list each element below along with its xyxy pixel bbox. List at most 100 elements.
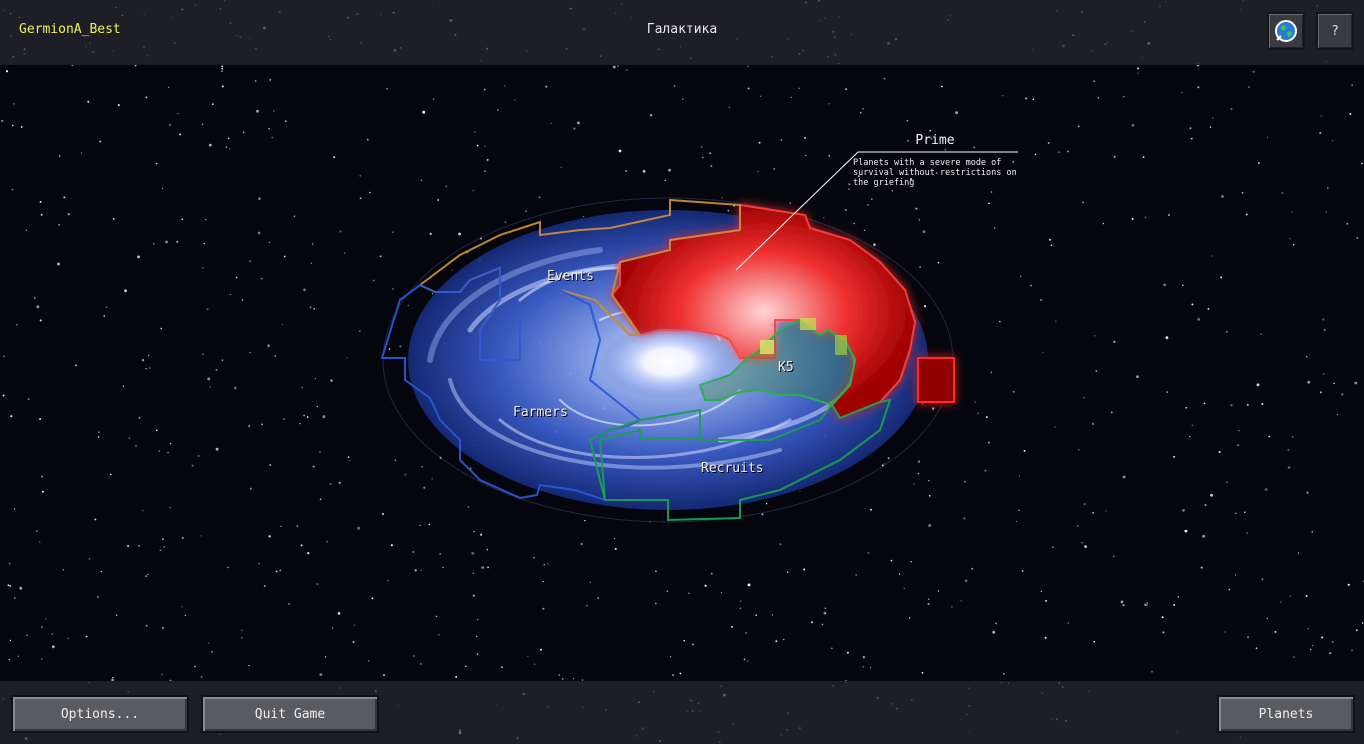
star — [921, 403, 924, 405]
star — [1346, 222, 1349, 225]
star — [241, 299, 244, 301]
star — [419, 524, 421, 527]
star — [1356, 236, 1359, 240]
star — [1268, 435, 1271, 438]
star — [1266, 136, 1269, 138]
star — [207, 377, 211, 381]
star — [1137, 67, 1140, 70]
star — [229, 293, 231, 296]
help-button[interactable]: ? — [1316, 12, 1354, 50]
star — [846, 651, 850, 654]
star — [747, 87, 750, 90]
star — [145, 96, 148, 99]
star — [429, 232, 432, 235]
options-button[interactable]: Options... — [11, 695, 189, 733]
star — [1247, 636, 1250, 639]
star — [202, 353, 204, 356]
star — [307, 552, 310, 555]
star — [1012, 390, 1015, 393]
star — [1023, 449, 1026, 452]
star — [863, 229, 866, 232]
star — [202, 266, 204, 269]
star — [268, 128, 270, 130]
star — [177, 112, 179, 115]
star — [963, 517, 966, 520]
star — [844, 209, 847, 211]
star — [181, 536, 184, 539]
star — [1184, 529, 1188, 533]
star — [256, 109, 259, 113]
star — [903, 587, 905, 590]
star — [1137, 72, 1139, 74]
star — [1136, 375, 1139, 378]
star — [127, 545, 130, 548]
globe-button[interactable] — [1267, 12, 1305, 50]
star — [167, 86, 170, 89]
star — [700, 146, 703, 148]
star — [1040, 299, 1042, 301]
star — [201, 123, 204, 126]
star — [1210, 255, 1213, 257]
star — [147, 573, 149, 576]
star — [823, 216, 825, 219]
star — [1291, 211, 1293, 213]
star — [673, 85, 676, 87]
star — [296, 525, 299, 528]
star — [421, 466, 423, 468]
sector-callout-title: Prime — [915, 133, 955, 148]
star — [80, 152, 83, 154]
sector-label-k5[interactable]: K5 — [778, 360, 794, 375]
star — [169, 506, 171, 509]
star — [755, 614, 758, 617]
star — [1234, 512, 1237, 515]
star — [303, 288, 306, 292]
star — [1341, 393, 1344, 396]
sector-label-farmers[interactable]: Farmers — [513, 405, 568, 420]
star — [1191, 303, 1194, 306]
star — [928, 494, 931, 497]
star — [347, 456, 350, 458]
star — [1123, 95, 1125, 98]
star — [25, 634, 28, 637]
star — [249, 351, 251, 354]
star — [148, 354, 150, 356]
star — [855, 574, 857, 576]
star — [481, 566, 485, 569]
star — [1081, 541, 1084, 544]
star — [284, 120, 287, 123]
star — [432, 98, 435, 101]
star — [1048, 238, 1052, 241]
star — [828, 154, 831, 157]
star — [1274, 630, 1277, 633]
star — [538, 196, 541, 199]
star — [848, 188, 850, 190]
sector-label-events[interactable]: Events — [547, 269, 594, 284]
star — [1264, 488, 1268, 491]
star — [862, 107, 864, 110]
star — [1093, 640, 1096, 643]
star — [486, 549, 489, 551]
star — [249, 487, 252, 490]
star — [326, 540, 329, 543]
star — [1307, 380, 1311, 384]
quit-game-button[interactable]: Quit Game — [201, 695, 379, 733]
star — [349, 459, 351, 461]
star — [504, 85, 506, 87]
star — [1210, 493, 1213, 497]
sector-label-recruits[interactable]: Recruits — [701, 461, 764, 476]
star — [831, 647, 833, 649]
star — [1349, 113, 1352, 115]
star — [582, 215, 585, 218]
star — [263, 584, 266, 588]
planets-button[interactable]: Planets — [1217, 695, 1355, 733]
sector-callout-description: Planets with a severe mode of survival w… — [853, 158, 1017, 188]
star — [310, 262, 313, 264]
star — [1224, 631, 1226, 633]
star — [11, 188, 14, 191]
star — [1323, 328, 1326, 331]
star — [161, 626, 164, 629]
star — [1002, 95, 1004, 97]
star — [860, 112, 862, 114]
star — [821, 623, 824, 626]
star — [929, 129, 932, 132]
